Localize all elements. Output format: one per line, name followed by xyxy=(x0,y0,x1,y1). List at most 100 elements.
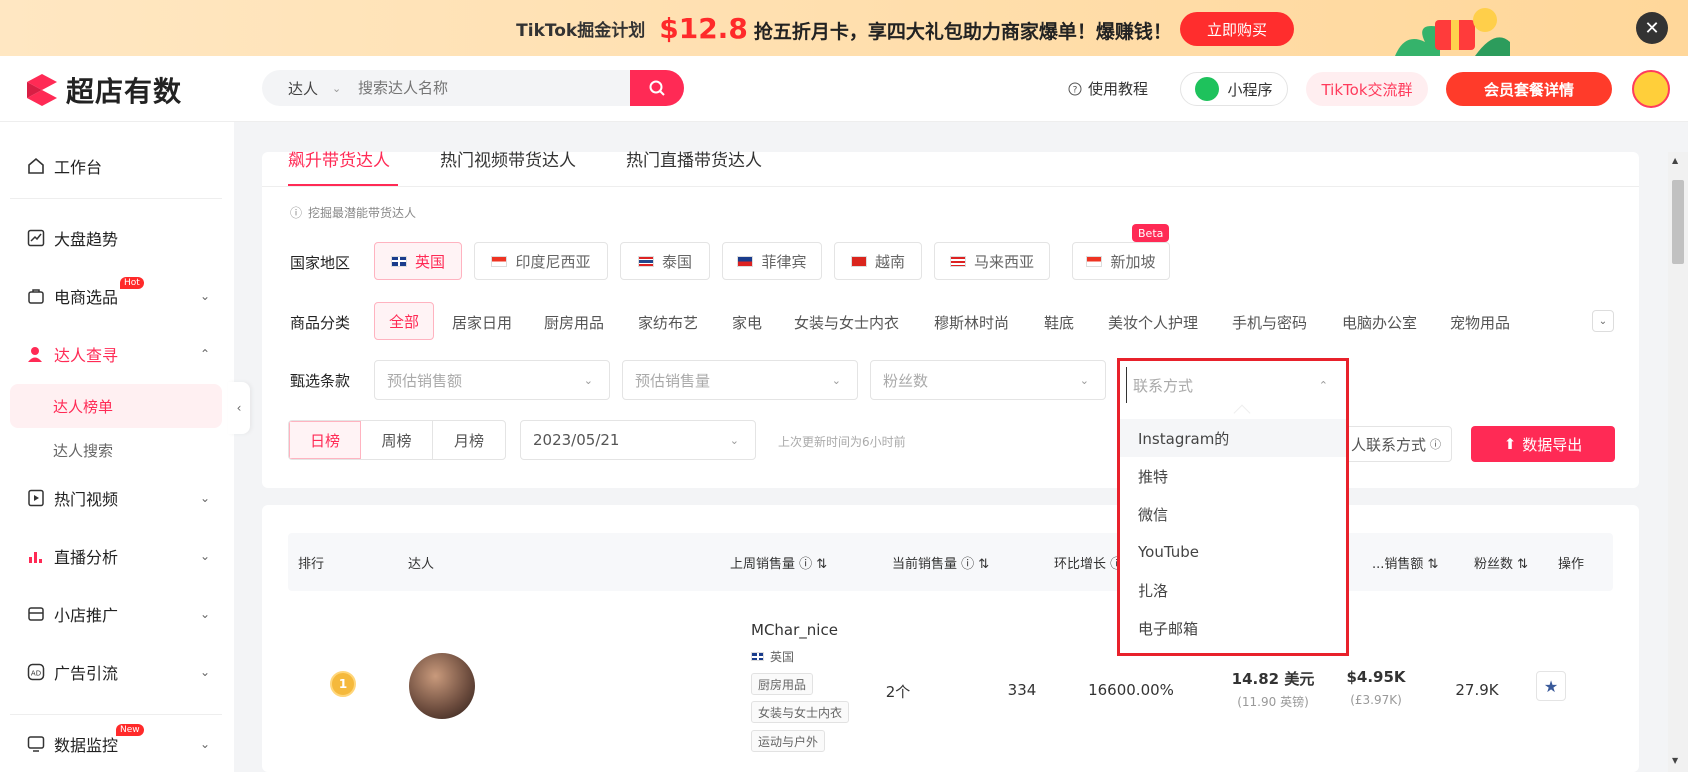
sales-volume-select[interactable]: 预估销售量 ⌄ xyxy=(622,360,858,400)
tab-rising[interactable]: 飙升带货达人 xyxy=(288,146,390,171)
category-item[interactable]: 美妆个人护理 xyxy=(1108,312,1198,333)
contact-filter-button[interactable]: 人联系方式 ⓘ xyxy=(1342,426,1452,462)
table-card: 排行 达人 上周销售量 ⓘ ⇅ 当前销售量 ⓘ ⇅ 环比增长 ⓘ ...销售额 … xyxy=(262,505,1639,772)
category-item[interactable]: 手机与密码 xyxy=(1232,312,1307,333)
chevron-down-icon: ⌄ xyxy=(199,607,210,621)
page-scrollbar[interactable]: ▲ ▼ xyxy=(1668,152,1688,772)
upload-icon: ⬆ xyxy=(1503,435,1517,453)
period-monthly-button[interactable]: 月榜 xyxy=(433,421,505,459)
th-label: 环比增长 xyxy=(1054,557,1107,572)
category-item[interactable]: 鞋底 xyxy=(1044,312,1074,333)
table-header: 排行 达人 上周销售量 ⓘ ⇅ 当前销售量 ⓘ ⇅ 环比增长 ⓘ ...销售额 … xyxy=(288,533,1613,591)
mini-program-label: 小程序 xyxy=(1227,80,1273,99)
country-chip-singapore[interactable]: 新加坡 xyxy=(1072,242,1170,280)
avatar[interactable] xyxy=(1632,70,1670,108)
scroll-down-icon[interactable]: ▼ xyxy=(1672,756,1678,765)
svg-text:AD: AD xyxy=(31,670,41,678)
vip-button[interactable]: 会员套餐详情 xyxy=(1446,72,1612,106)
th-fans[interactable]: 粉丝数 ⇅ xyxy=(1474,553,1528,572)
tiktok-group-button[interactable]: TikTok交流群 xyxy=(1306,72,1428,106)
sidebar-item-influencer-search[interactable]: 达人搜索 xyxy=(10,428,222,472)
dropdown-option[interactable]: Instagram的 xyxy=(1120,419,1346,457)
date-value: 2023/05/21 xyxy=(533,431,620,449)
category-item[interactable]: 家纺布艺 xyxy=(638,312,698,333)
bag-icon xyxy=(26,286,46,306)
th-influencer: 达人 xyxy=(408,557,435,572)
scroll-up-icon[interactable]: ▲ xyxy=(1672,156,1678,165)
search-input[interactable] xyxy=(358,79,630,97)
search-type-select[interactable]: 达人 ⌄ xyxy=(262,78,358,99)
banner-buy-button[interactable]: 立即购买 xyxy=(1180,12,1294,46)
dropdown-option[interactable]: 推特 xyxy=(1120,457,1346,495)
country-chip-malaysia[interactable]: 马来西亚 xyxy=(934,242,1050,280)
export-button[interactable]: ⬆ 数据导出 xyxy=(1471,426,1615,462)
period-daily-button[interactable]: 日榜 xyxy=(289,421,361,459)
search-button[interactable] xyxy=(630,70,684,106)
contact-select[interactable]: 联系方式 ⌃ xyxy=(1126,367,1340,403)
sales-amount-select[interactable]: 预估销售额 ⌄ xyxy=(374,360,610,400)
category-item[interactable]: 宠物用品 xyxy=(1450,312,1510,333)
category-item[interactable]: 穆斯林时尚 xyxy=(934,312,1009,333)
fans-select[interactable]: 粉丝数 ⌄ xyxy=(870,360,1106,400)
th-action: 操作 xyxy=(1558,557,1585,572)
scrollbar-thumb[interactable] xyxy=(1672,180,1684,264)
contact-dropdown: 联系方式 ⌃ Instagram的 推特 微信 YouTube 扎洛 电子邮箱 xyxy=(1117,358,1349,656)
th-growth[interactable]: 环比增长 ⓘ xyxy=(1054,553,1123,572)
chevron-down-icon: ⌄ xyxy=(729,433,739,447)
indonesia-flag-icon xyxy=(491,255,508,267)
dropdown-option[interactable]: 扎洛 xyxy=(1120,571,1346,609)
sidebar-item-ecommerce[interactable]: 电商选品 Hot ⌄ xyxy=(26,277,210,308)
dropdown-option[interactable]: YouTube xyxy=(1120,533,1346,571)
influencer-avatar[interactable] xyxy=(409,653,475,719)
dropdown-option[interactable]: 电子邮箱 xyxy=(1120,609,1346,647)
sidebar-item-hot-video[interactable]: 热门视频 ⌄ xyxy=(26,486,210,510)
country-chip-vietnam[interactable]: 越南 xyxy=(834,242,922,280)
tab-hot-live[interactable]: 热门直播带货达人 xyxy=(626,146,762,171)
sidebar-item-live-analysis[interactable]: 直播分析 ⌄ xyxy=(26,544,210,568)
logo[interactable]: 超店有数 xyxy=(24,70,182,110)
tutorial-link[interactable]: ? 使用教程 xyxy=(1068,78,1148,99)
th-label: 上周销售量 xyxy=(730,557,796,572)
sidebar-collapse-button[interactable]: ‹ xyxy=(228,382,250,434)
sidebar-item-influencer-query[interactable]: 达人查寻 ⌃ xyxy=(26,342,210,366)
banner-close-icon[interactable]: ✕ xyxy=(1636,12,1668,44)
th-current[interactable]: 当前销售量 ⓘ ⇅ xyxy=(892,553,989,572)
category-item[interactable]: 电脑办公室 xyxy=(1342,312,1417,333)
monitor-icon xyxy=(26,734,46,754)
th-last-week[interactable]: 上周销售量 ⓘ ⇅ xyxy=(730,553,827,572)
chip-label: 菲律宾 xyxy=(761,252,807,271)
category-chip-all[interactable]: 全部 xyxy=(374,302,434,340)
star-icon[interactable]: ★ xyxy=(1536,671,1566,701)
category-item[interactable]: 家电 xyxy=(732,312,762,333)
influencer-name[interactable]: MChar_nice xyxy=(751,621,838,639)
country-label: 国家地区 xyxy=(290,254,351,272)
sidebar-item-ad-guide[interactable]: AD 广告引流 ⌄ xyxy=(26,660,210,684)
sidebar-item-data-monitor[interactable]: 数据监控 New ⌄ xyxy=(26,724,210,756)
country-chip-philippines[interactable]: 菲律宾 xyxy=(722,242,822,280)
sidebar-item-workbench[interactable]: 工作台 xyxy=(26,154,206,178)
sidebar-item-market-trend[interactable]: 大盘趋势 xyxy=(26,226,206,250)
sidebar-item-influencer-rank[interactable]: 达人榜单 xyxy=(10,384,222,428)
category-item[interactable]: 居家日用 xyxy=(452,312,512,333)
gift-illustration-icon xyxy=(1395,8,1510,56)
chevron-down-icon: ⌄ xyxy=(199,289,210,303)
tab-hot-video[interactable]: 热门视频带货达人 xyxy=(440,146,576,171)
promo-banner[interactable]: TikTok掘金计划 $12.8 抢五折月卡，享四大礼包助力商家爆单！爆赚钱！ 立… xyxy=(0,0,1688,56)
search-bar: 达人 ⌄ xyxy=(262,70,684,106)
country-chip-indonesia[interactable]: 印度尼西亚 xyxy=(474,242,608,280)
hot-badge: Hot xyxy=(120,277,144,289)
category-item[interactable]: 厨房用品 xyxy=(544,312,604,333)
country-chip-uk[interactable]: 英国 xyxy=(374,242,462,280)
date-select[interactable]: 2023/05/21 ⌄ xyxy=(520,420,756,460)
sidebar-item-shop-promo[interactable]: 小店推广 ⌄ xyxy=(26,602,210,626)
period-weekly-button[interactable]: 周榜 xyxy=(361,421,433,459)
divider xyxy=(10,198,222,199)
category-item[interactable]: 女装与女士内衣 xyxy=(794,312,899,333)
th-sales[interactable]: ...销售额 ⇅ xyxy=(1372,553,1438,572)
country-chip-thailand[interactable]: 泰国 xyxy=(620,242,710,280)
mini-program-button[interactable]: 小程序 xyxy=(1180,72,1288,106)
category-expand-chevron-icon[interactable]: ⌄ xyxy=(1592,310,1614,332)
trend-icon xyxy=(26,228,46,248)
dropdown-option[interactable]: 微信 xyxy=(1120,495,1346,533)
sales-value: $4.95K xyxy=(1346,668,1406,686)
